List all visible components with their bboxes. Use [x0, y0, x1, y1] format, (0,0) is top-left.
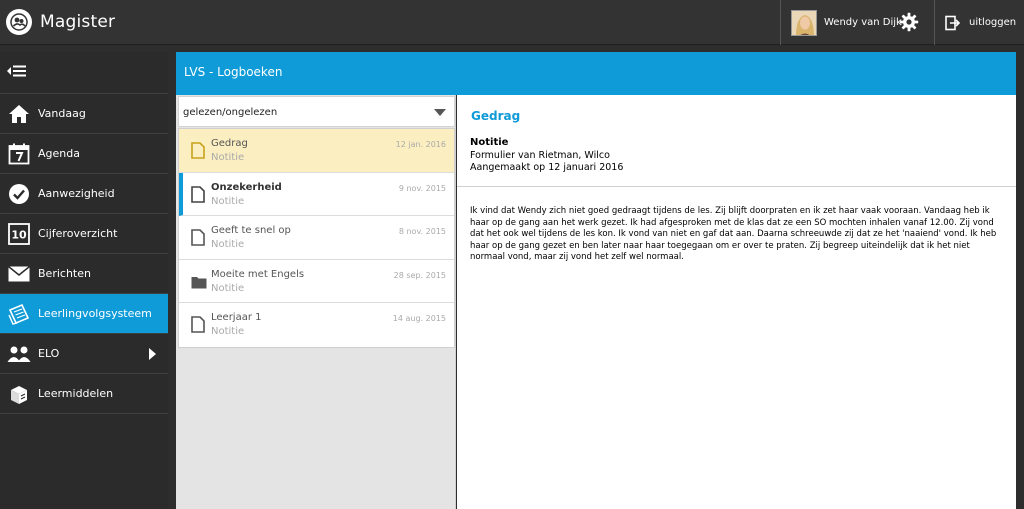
sidebar-item-aanwezigheid[interactable]: Aanwezigheid	[0, 174, 168, 214]
entry-title: Gedrag	[211, 138, 248, 149]
brand[interactable]: Magister	[6, 8, 115, 36]
detail-created-date: Aangemaakt op 12 januari 2016	[470, 162, 624, 173]
divider	[457, 186, 1016, 187]
calendar-icon	[7, 142, 31, 166]
entry-date: 9 nov. 2015	[398, 183, 446, 193]
home-icon	[7, 102, 31, 126]
entry-date: 28 sep. 2015	[393, 270, 446, 280]
entry-title: Onzekerheid	[211, 181, 282, 193]
sidebar-item-agenda[interactable]: Agenda	[0, 134, 168, 174]
document-icon	[191, 316, 205, 334]
sidebar-item-label: Aanwezigheid	[38, 187, 115, 200]
notebook-icon	[7, 302, 31, 326]
menu-toggle-button[interactable]	[0, 52, 168, 94]
user-menu[interactable]: Wendy van Dijk	[780, 0, 934, 45]
logout-icon	[945, 15, 961, 31]
entry-date: 14 aug. 2015	[392, 314, 446, 324]
document-icon	[191, 229, 205, 246]
folder-icon	[191, 273, 207, 290]
chevron-right-icon	[149, 348, 156, 360]
detail-form: Formulier van Rietman, Wilco	[470, 150, 610, 161]
logbook-entries: Gedrag Notitie 12 jan. 2016 Onzekerheid …	[178, 128, 455, 348]
sidebar-item-label: Agenda	[38, 147, 80, 160]
sidebar-item-label: Leerlingvolgsysteem	[38, 307, 152, 320]
list-item[interactable]: Moeite met Engels Notitie 28 sep. 2015	[179, 259, 454, 304]
page-header: LVS - Logboeken	[176, 52, 1016, 95]
page-title: LVS - Logboeken	[184, 65, 283, 79]
document-icon	[191, 142, 205, 159]
sidebar-item-leermiddelen[interactable]: Leermiddelen	[0, 374, 168, 414]
filter-selected-value: gelezen/ongelezen	[183, 107, 278, 118]
list-item[interactable]: Geeft te snel op Notitie 8 nov. 2015	[179, 216, 454, 260]
detail-title: Gedrag	[471, 109, 521, 123]
sidebar-item-cijferoverzicht[interactable]: 10 Cijferoverzicht	[0, 214, 168, 254]
detail-body-text: Ik vind dat Wendy zich niet goed gedraag…	[470, 206, 997, 263]
entry-type: Notitie	[211, 152, 245, 163]
entry-title: Geeft te snel op	[211, 225, 291, 237]
sidebar-item-label: Vandaag	[38, 107, 86, 120]
entry-type: Notitie	[211, 326, 245, 338]
list-item[interactable]: Gedrag Notitie 12 jan. 2016	[179, 129, 454, 173]
sidebar-item-label: Leermiddelen	[38, 387, 114, 400]
sidebar-item-label: ELO	[38, 347, 60, 360]
app-name: Magister	[40, 12, 116, 32]
logbook-list-panel: gelezen/ongelezen Gedrag Notitie 12 jan.…	[176, 95, 456, 509]
logout-label: uitloggen	[969, 17, 1017, 28]
check-icon	[7, 182, 31, 206]
list-item[interactable]: Leerjaar 1 Notitie 14 aug. 2015	[179, 303, 454, 347]
list-item[interactable]: Onzekerheid Notitie 9 nov. 2015	[179, 172, 454, 217]
document-icon	[191, 185, 205, 203]
svg-text:10: 10	[11, 228, 27, 241]
sidebar-item-leerlingvolgsysteem[interactable]: Leerlingvolgsysteem	[0, 294, 168, 334]
entry-date: 8 nov. 2015	[398, 227, 446, 237]
entry-type: Notitie	[211, 195, 245, 207]
sidebar-item-label: Cijferoverzicht	[38, 227, 118, 240]
entry-detail-panel: Gedrag Notitie Formulier van Rietman, Wi…	[457, 95, 1016, 509]
sidebar: Vandaag Agenda Aanwezigheid 10 Cijferove…	[0, 52, 168, 509]
entry-title: Moeite met Engels	[211, 268, 305, 280]
user-name: Wendy van Dijk	[824, 17, 902, 28]
gear-icon[interactable]	[899, 12, 919, 32]
group-icon	[7, 342, 31, 366]
sidebar-item-vandaag[interactable]: Vandaag	[0, 94, 168, 134]
sidebar-item-berichten[interactable]: Berichten	[0, 254, 168, 294]
read-filter-select[interactable]: gelezen/ongelezen	[178, 96, 455, 127]
envelope-icon	[7, 262, 31, 286]
detail-type: Notitie	[470, 137, 509, 148]
grades-icon: 10	[7, 222, 31, 246]
entry-date: 12 jan. 2016	[395, 140, 446, 149]
chevron-down-icon	[434, 109, 446, 116]
entry-title: Leerjaar 1	[211, 312, 262, 324]
entry-type: Notitie	[211, 239, 245, 251]
sidebar-item-label: Berichten	[38, 267, 91, 280]
sidebar-item-elo[interactable]: ELO	[0, 334, 168, 374]
top-bar: Magister Wendy van Dijk uitloggen	[0, 0, 1024, 45]
avatar[interactable]	[791, 9, 817, 36]
magister-logo-icon	[6, 9, 32, 35]
logout-button[interactable]: uitloggen	[934, 0, 1024, 45]
collapse-menu-icon	[6, 63, 28, 82]
entry-type: Notitie	[211, 282, 245, 294]
books-icon	[7, 382, 31, 406]
